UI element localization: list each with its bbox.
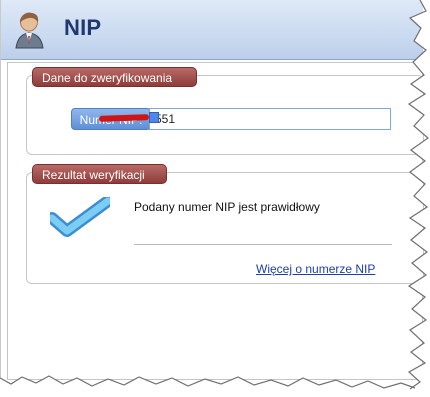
result-section-label: Rezultat weryfikacji: [32, 164, 167, 184]
verification-section-label: Dane do zweryfikowania: [32, 67, 197, 87]
more-info-link[interactable]: Więcej o numerze NIP: [256, 262, 375, 276]
text-cursor: [149, 112, 159, 123]
nip-window: NIP Dane do zweryfikowania Numer NIP: Re…: [0, 0, 424, 397]
nip-input[interactable]: [149, 108, 391, 130]
window-title: NIP: [64, 15, 102, 40]
check-icon: [50, 197, 110, 237]
user-icon: [15, 12, 44, 49]
window-header: NIP: [1, 0, 423, 60]
result-divider: [134, 244, 392, 245]
result-message: Podany numer NIP jest prawidłowy: [134, 200, 320, 214]
